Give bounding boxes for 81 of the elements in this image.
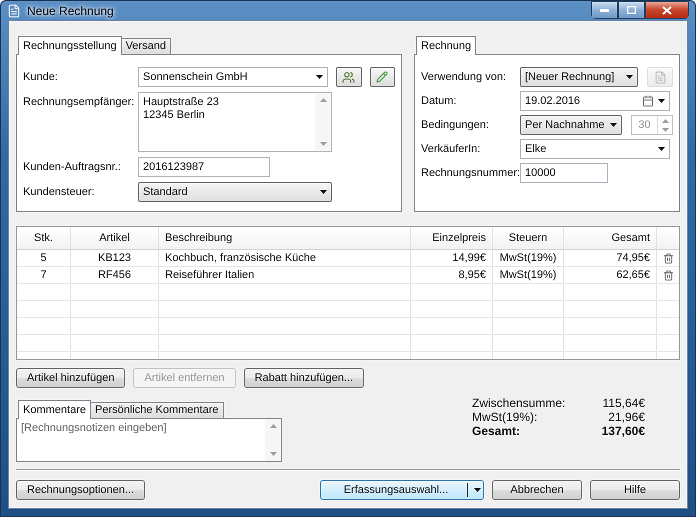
- tab[interactable]: Rechnung: [416, 36, 476, 55]
- field-label: Datum:: [421, 94, 458, 107]
- field-label: Rechnungsempfänger:: [23, 95, 135, 108]
- field-label: Kunde:: [23, 70, 59, 83]
- table-cell: RF456: [98, 269, 132, 281]
- footer-button[interactable]: Rechnungsoptionen...: [16, 480, 146, 500]
- tab[interactable]: Persönliche Kommentare: [90, 402, 224, 418]
- delete-icon[interactable]: [663, 252, 674, 264]
- minimize-button[interactable]: [591, 1, 618, 19]
- table-cell: 8,95€: [458, 269, 486, 281]
- dropdown[interactable]: Standard: [138, 182, 332, 202]
- scroll-down-icon[interactable]: [320, 142, 326, 146]
- combo-field[interactable]: Elke: [520, 139, 670, 159]
- calendar-icon[interactable]: [642, 95, 654, 107]
- table-cell: Kochbuch, französische Küche: [165, 252, 316, 264]
- caret-icon: [320, 190, 327, 194]
- column-header[interactable]: Artikel: [71, 227, 159, 249]
- field-label: Rechnungsnummer:: [421, 166, 517, 179]
- column-header[interactable]: Gesamt: [564, 227, 657, 249]
- caret-icon: [610, 123, 617, 127]
- total-value: 115,64€: [602, 396, 645, 410]
- table-cell: Reiseführer Italien: [165, 269, 254, 281]
- caret-icon: [658, 147, 665, 151]
- total-label: MwSt(19%):: [472, 410, 538, 424]
- caret-icon: [316, 75, 324, 79]
- delete-icon[interactable]: [663, 268, 674, 282]
- window-title: Neue Rechnung: [27, 4, 115, 18]
- table-cell: 62,65€: [616, 269, 650, 281]
- close-button[interactable]: [645, 1, 689, 19]
- split-button[interactable]: Erfassungsauswahl...: [320, 480, 484, 500]
- dropdown-caret-icon: [474, 488, 481, 492]
- table-cell: 14,99€: [452, 252, 486, 264]
- table-cell: 5: [40, 252, 47, 264]
- document-icon: [7, 4, 21, 18]
- action-button[interactable]: Rabatt hinzufügen...: [244, 368, 364, 388]
- close-icon: [662, 6, 672, 14]
- minimize-icon: [600, 8, 609, 12]
- total-value: 137,60€: [600, 424, 645, 438]
- column-header[interactable]: Stk.: [17, 227, 71, 249]
- input-field[interactable]: 2016123987: [138, 157, 270, 177]
- combo-field[interactable]: Sonnenschein GmbH: [138, 67, 328, 87]
- action-button[interactable]: Artikel hinzufügen: [16, 368, 126, 388]
- field-label: Bedingungen:: [421, 118, 490, 131]
- dropdown[interactable]: Per Nachnahme: [520, 115, 622, 135]
- caret-icon: [626, 75, 633, 79]
- comments-field[interactable]: [Rechnungsnotizen eingeben]: [16, 418, 282, 462]
- people-icon: [342, 70, 356, 84]
- tab[interactable]: Kommentare: [18, 400, 91, 419]
- field-label: Kundensteuer:: [23, 185, 96, 198]
- column-header[interactable]: Beschreibung: [159, 227, 411, 249]
- edit-button[interactable]: [370, 67, 395, 87]
- document-icon: [654, 70, 666, 84]
- footer-button[interactable]: Hilfe: [590, 480, 680, 500]
- dropdown[interactable]: [Neuer Rechnung]: [520, 67, 638, 87]
- field-label: Kunden-Auftragsnr.:: [23, 160, 122, 173]
- table-cell: 7: [40, 269, 47, 281]
- input-field[interactable]: 10000: [520, 163, 608, 183]
- tab[interactable]: Rechnungsstellung: [18, 36, 122, 55]
- footer-button[interactable]: Abbrechen: [492, 480, 582, 500]
- table-cell: KB123: [98, 252, 132, 264]
- maximize-icon: [627, 6, 636, 14]
- total-value: 21,96€: [607, 410, 645, 424]
- contacts-button[interactable]: [336, 67, 362, 87]
- column-header[interactable]: Einzelpreis: [411, 227, 493, 249]
- table-cell: MwSt(19%): [500, 269, 556, 281]
- table-cell: 74,95€: [616, 252, 650, 264]
- date-field[interactable]: 19.02.2016: [520, 91, 670, 111]
- scroll-up-icon[interactable]: [270, 424, 276, 428]
- total-label: Zwischensumme:: [472, 396, 566, 410]
- tab[interactable]: Versand: [120, 38, 171, 54]
- field-label: VerkäuferIn:: [421, 142, 482, 155]
- caret-icon: [658, 99, 665, 103]
- address-field[interactable]: Hauptstraße 23 12345 Berlin: [138, 92, 332, 152]
- scroll-up-icon[interactable]: [320, 98, 326, 102]
- field-label: Verwendung von:: [421, 70, 508, 83]
- pencil-icon: [376, 71, 388, 83]
- table-cell: MwSt(19%): [500, 252, 556, 264]
- column-header[interactable]: Steuern: [493, 227, 564, 249]
- maximize-button[interactable]: [618, 1, 645, 19]
- total-label: Gesamt:: [472, 424, 522, 438]
- scroll-down-icon[interactable]: [270, 452, 276, 456]
